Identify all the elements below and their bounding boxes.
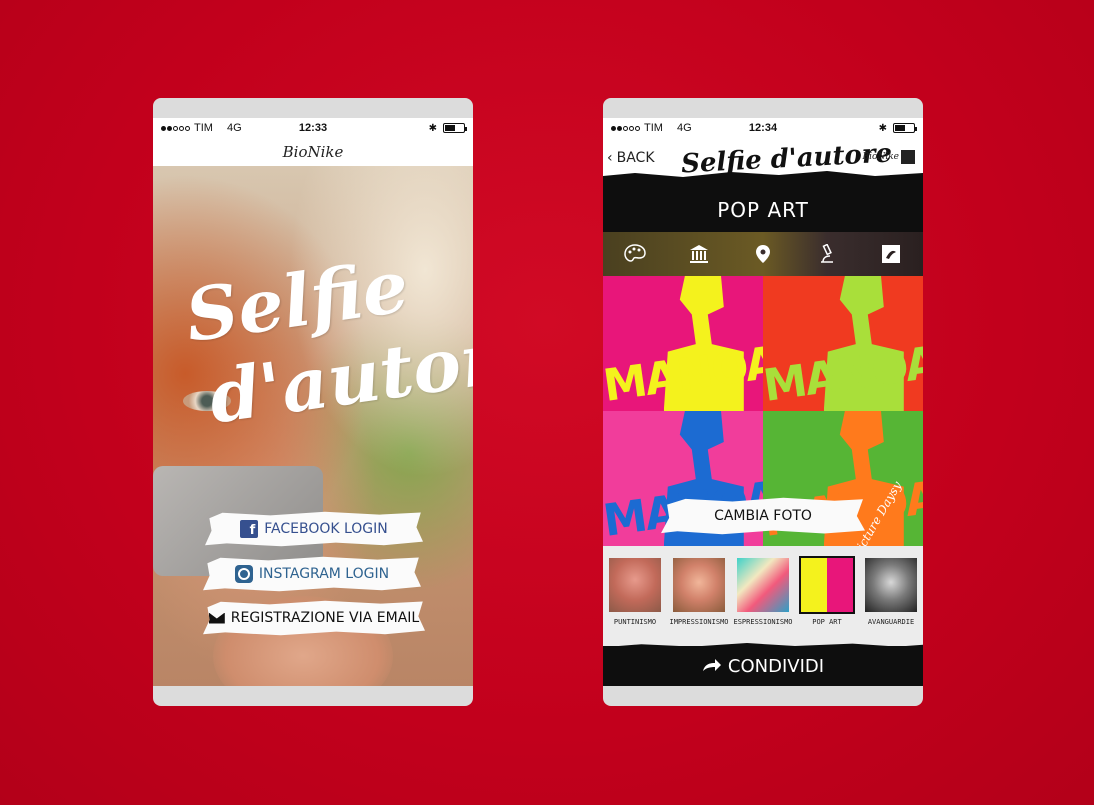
app-title: Selfie d'autore bbox=[680, 138, 893, 180]
brand-logo-text: BioNike bbox=[862, 152, 899, 162]
brand-logo-icon[interactable] bbox=[879, 242, 903, 266]
brand-logo: BioNike bbox=[282, 143, 344, 161]
museum-icon[interactable] bbox=[687, 242, 711, 266]
change-photo-label: CAMBIA FOTO bbox=[714, 508, 812, 524]
instagram-login-button[interactable]: INSTAGRAM LOGIN bbox=[203, 556, 421, 592]
share-button[interactable]: CONDIVIDI bbox=[603, 646, 923, 686]
filter-thumbnail bbox=[737, 558, 789, 612]
microscope-icon[interactable] bbox=[815, 242, 839, 266]
phone-login-screen: TIM 4G 12:33 ✱ BioNike Selfie d'autore f… bbox=[153, 98, 473, 706]
change-photo-button[interactable]: CAMBIA FOTO bbox=[661, 497, 865, 535]
status-bar: TIM 4G 12:34 ✱ bbox=[603, 118, 923, 138]
hero-title: Selfie d'autore bbox=[180, 239, 473, 442]
brand-header: BioNike bbox=[153, 138, 473, 166]
category-icon-bar bbox=[603, 232, 923, 276]
battery-icon bbox=[443, 123, 467, 133]
facebook-icon: f bbox=[240, 520, 259, 538]
phone-editor-screen: TIM 4G 12:34 ✱ ‹ BACK Selfie d'autore Bi… bbox=[603, 98, 923, 706]
email-registration-button[interactable]: REGISTRAZIONE VIA EMAIL bbox=[203, 600, 425, 636]
filter-label: POP ART bbox=[812, 618, 842, 626]
filter-avanguardie[interactable]: AVANGUARDIE bbox=[862, 558, 920, 646]
facebook-login-label: FACEBOOK LOGIN bbox=[264, 521, 388, 537]
back-label: BACK bbox=[616, 150, 655, 166]
app-header: ‹ BACK Selfie d'autore BioNike bbox=[603, 138, 923, 188]
location-pin-icon[interactable] bbox=[751, 242, 775, 266]
filter-thumbnail bbox=[865, 558, 917, 612]
bluetooth-icon: ✱ bbox=[428, 122, 437, 134]
filter-puntinismo[interactable]: PUNTINISMO bbox=[606, 558, 664, 646]
pop-art-tile: MANOA bbox=[603, 276, 763, 411]
filter-label: PUNTINISMO bbox=[613, 618, 657, 626]
filter-thumbnail bbox=[799, 556, 855, 614]
email-registration-label: REGISTRAZIONE VIA EMAIL bbox=[230, 610, 420, 626]
signal-icon bbox=[611, 125, 640, 131]
filter-thumbnail bbox=[609, 558, 661, 612]
instagram-login-label: INSTAGRAM LOGIN bbox=[258, 566, 390, 582]
mail-icon bbox=[208, 612, 225, 624]
filter-impressionismo[interactable]: IMPRESSIONISMO bbox=[669, 558, 729, 646]
bluetooth-icon: ✱ bbox=[878, 122, 887, 134]
back-button[interactable]: ‹ BACK bbox=[607, 150, 655, 166]
filter-thumbnail bbox=[673, 558, 725, 612]
signal-icon bbox=[161, 125, 190, 131]
battery-icon bbox=[893, 123, 917, 133]
brand-mark-icon bbox=[901, 150, 915, 164]
status-bar: TIM 4G 12:33 ✱ bbox=[153, 118, 473, 138]
carrier-label: TIM bbox=[194, 122, 213, 134]
filter-label: IMPRESSIONISMO bbox=[669, 618, 729, 626]
filter-espressionismo[interactable]: ESPRESSIONISMO bbox=[733, 558, 793, 646]
brand-logo: BioNike bbox=[863, 150, 915, 164]
filter-strip: PUNTINISMO IMPRESSIONISMO ESPRESSIONISMO… bbox=[603, 546, 923, 646]
instagram-icon bbox=[234, 565, 253, 583]
filter-label: ESPRESSIONISMO bbox=[733, 618, 793, 626]
network-label: 4G bbox=[226, 122, 242, 134]
chevron-left-icon: ‹ bbox=[607, 150, 613, 166]
share-arrow-icon bbox=[702, 656, 722, 677]
filter-pop-art[interactable]: POP ART bbox=[798, 556, 856, 646]
share-label: CONDIVIDI bbox=[727, 655, 825, 677]
network-label: 4G bbox=[676, 122, 692, 134]
facebook-login-button[interactable]: f FACEBOOK LOGIN bbox=[205, 511, 423, 547]
palette-icon[interactable] bbox=[623, 242, 647, 266]
carrier-label: TIM bbox=[644, 122, 663, 134]
section-title: POP ART bbox=[603, 188, 923, 232]
pop-art-tile: MANOA bbox=[763, 276, 923, 411]
filter-label: AVANGUARDIE bbox=[867, 618, 915, 626]
